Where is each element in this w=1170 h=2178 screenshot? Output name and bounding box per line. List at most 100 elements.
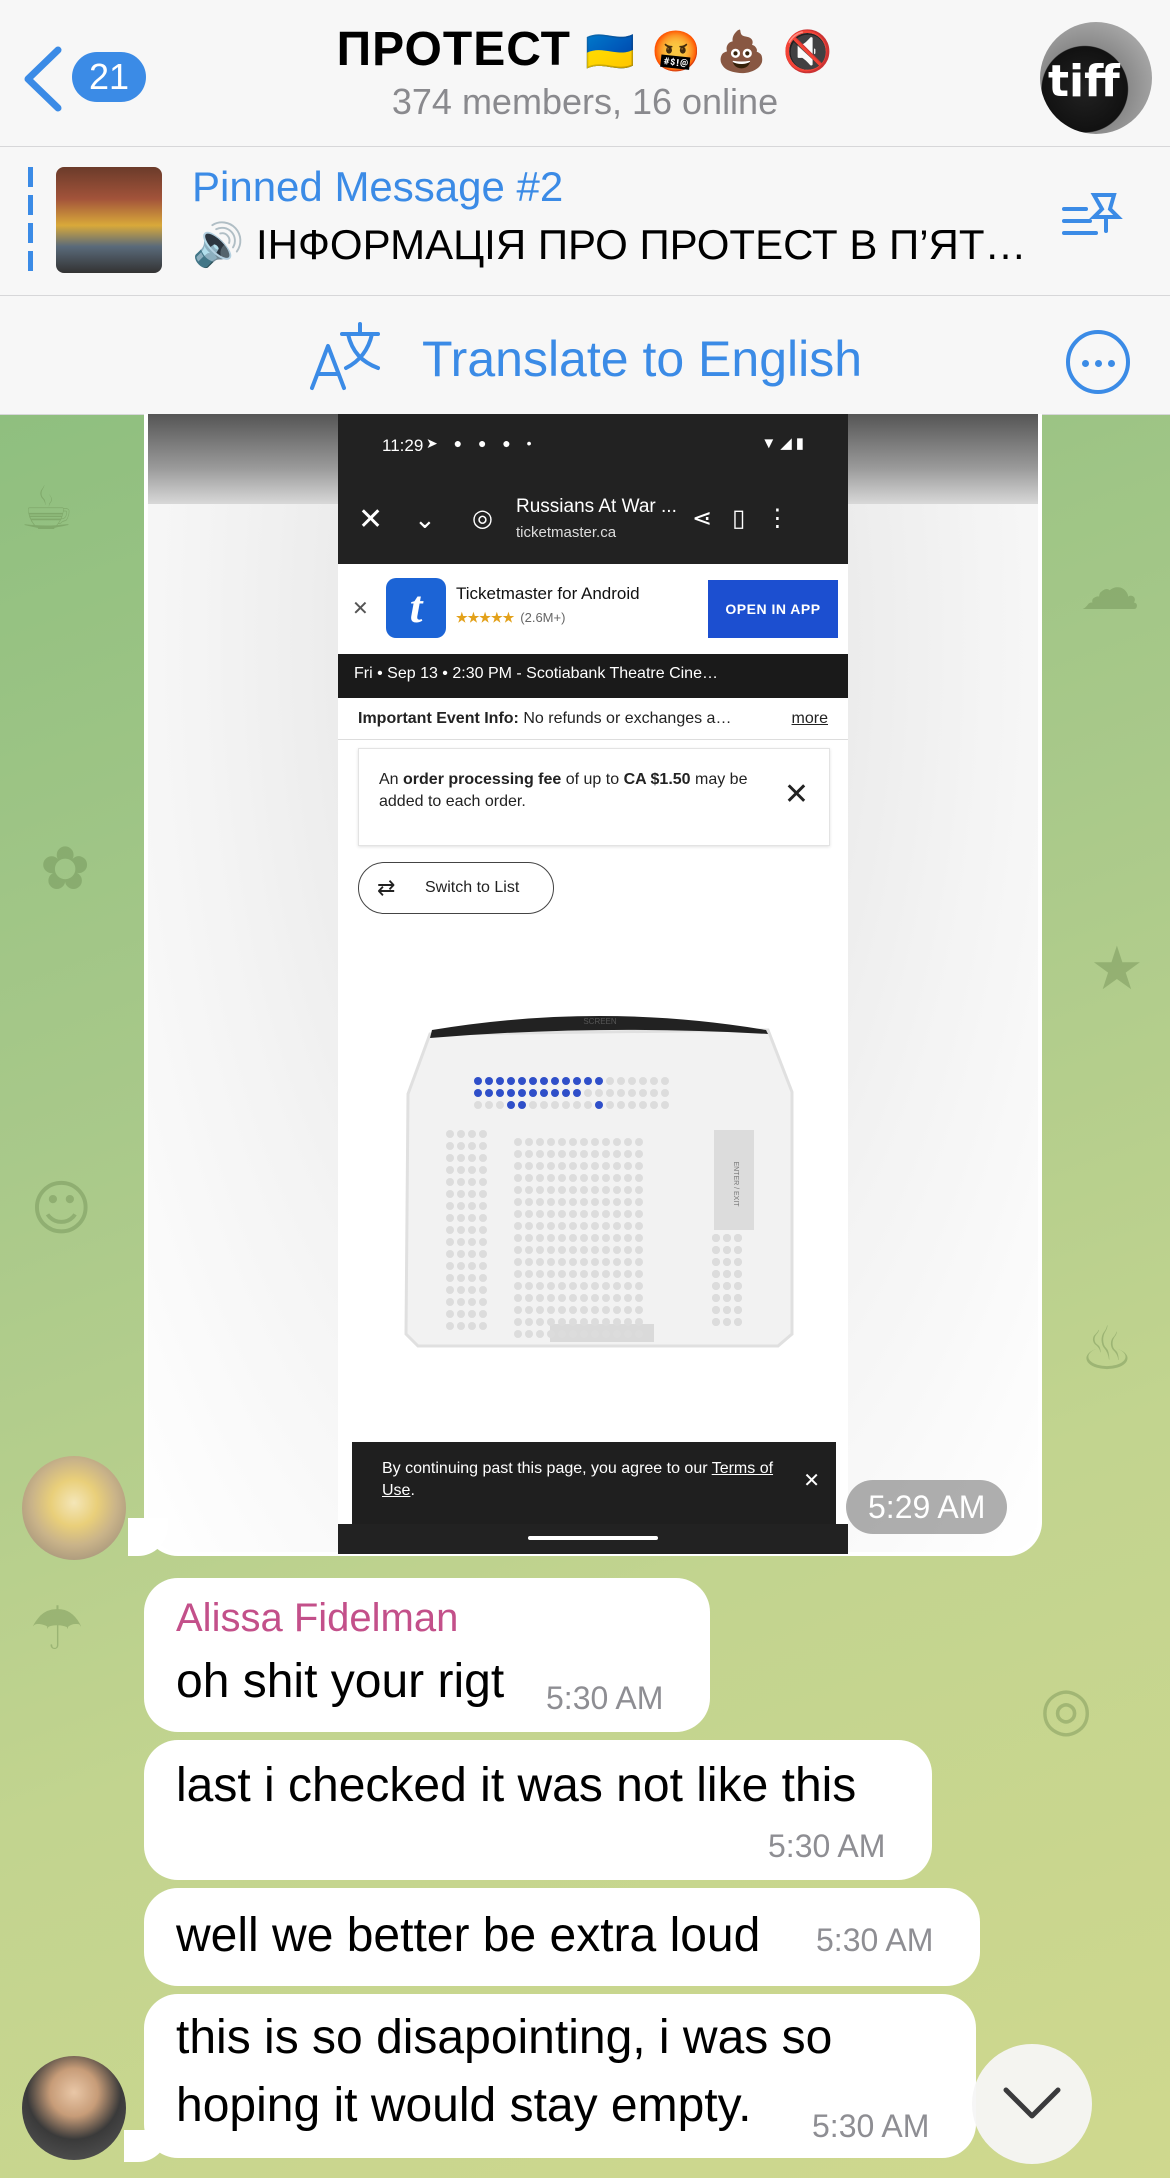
translate-icon [310,322,380,390]
seat [712,1246,720,1254]
seat [479,1190,487,1198]
seat [580,1150,588,1158]
status-time: 11:29 [382,436,424,455]
seat [536,1234,544,1242]
seat [536,1246,544,1254]
seat [613,1330,621,1338]
chat-title: ПРОТЕСТ 🇺🇦 🤬 💩 🔇 [300,22,870,77]
seat [529,1101,537,1109]
seat [479,1286,487,1294]
sender-avatar[interactable] [22,1456,126,1560]
seat [457,1154,465,1162]
seat [479,1130,487,1138]
seat [529,1089,537,1097]
seat [613,1174,621,1182]
seat [474,1101,482,1109]
doodle-icon: ☂ [30,1594,84,1664]
switch-to-list-label: Switch to List [425,879,520,896]
app-rating: ★★★★★ (2.6M+) [456,610,565,626]
seat [496,1089,504,1097]
seat [602,1234,610,1242]
seat [602,1330,610,1338]
seat [573,1077,581,1085]
seat [536,1306,544,1314]
message-time: 5:30 AM [768,1828,886,1864]
status-signal-icons: ▼◢▮ [761,435,808,452]
seat [613,1150,621,1158]
fee-text: of up to [561,771,624,788]
translate-button[interactable]: Translate to English [306,312,886,398]
seat [635,1198,643,1206]
message-bubble[interactable]: last i checked it was not like this 5:30… [144,1740,932,1880]
seat [547,1258,555,1266]
message-text: well we better be extra loud [176,1909,761,1962]
seat [734,1282,742,1290]
fee-notice: An order processing fee of up to CA $1.5… [358,748,830,846]
seat [525,1162,533,1170]
seat [479,1214,487,1222]
seat [446,1310,454,1318]
seat [468,1214,476,1222]
pinned-list-icon[interactable] [1060,191,1124,247]
seat [514,1210,522,1218]
seat [485,1077,493,1085]
seat [525,1282,533,1290]
seat [446,1250,454,1258]
seat [624,1150,632,1158]
ticketmaster-screenshot[interactable]: 11:29 ➤ ● ● ● • ▼◢▮ ✕ ⌄ ◎ Russians At Wa… [338,414,848,1554]
seat [479,1142,487,1150]
seat [591,1330,599,1338]
seat [712,1306,720,1314]
seat [613,1306,621,1314]
cookie-text: By continuing past this page, you agree … [382,1460,712,1477]
incognito-icon: ◎ [472,505,493,532]
seat [457,1202,465,1210]
message-bubble[interactable]: well we better be extra loud 5:30 AM [144,1888,980,1986]
seat [468,1262,476,1270]
seat [617,1101,625,1109]
more-options-button[interactable] [1066,330,1130,394]
app-name: Ticketmaster for Android [456,584,640,603]
seat [635,1270,643,1278]
seat [514,1174,522,1182]
seat [624,1306,632,1314]
image-timestamp: 5:29 AM [846,1480,1008,1534]
seat [457,1226,465,1234]
seat [591,1138,599,1146]
seat [457,1166,465,1174]
cookie-notice-text: By continuing past this page, you agree … [382,1458,782,1502]
message-bubble[interactable]: this is so disapointing, i was so hoping… [144,1994,976,2158]
seat [602,1222,610,1230]
seat [606,1089,614,1097]
chat-title-area[interactable]: ПРОТЕСТ 🇺🇦 🤬 💩 🔇 374 members, 16 online [300,22,870,123]
seat [457,1286,465,1294]
seat [602,1198,610,1206]
seat [507,1101,515,1109]
seat [525,1306,533,1314]
message-text: hoping it would stay empty. [176,2079,752,2132]
seat [595,1101,603,1109]
seat [525,1210,533,1218]
chat-title-text: ПРОТЕСТ [336,23,571,76]
seat [529,1077,537,1085]
seat [569,1138,577,1146]
scroll-down-button[interactable] [972,2044,1092,2164]
seat [562,1101,570,1109]
group-avatar[interactable]: tiff [1040,22,1152,134]
seat [602,1186,610,1194]
sender-name[interactable]: Alissa Fidelman [176,1596,458,1641]
seat [734,1306,742,1314]
exit-label: ENTER / EXIT [732,1161,739,1207]
seat [569,1294,577,1302]
seat [507,1077,515,1085]
back-button[interactable]: 21 [20,44,160,114]
seat [446,1298,454,1306]
sender-avatar[interactable] [22,2056,126,2160]
seat [446,1274,454,1282]
seat [624,1222,632,1230]
seat [602,1210,610,1218]
pinned-message-bar[interactable]: Pinned Message #2 🔊 ІНФОРМАЦІЯ ПРО ПРОТЕ… [0,146,1170,296]
message-bubble[interactable]: Alissa Fidelman oh shit your rigt 5:30 A… [144,1578,710,1732]
seat [479,1262,487,1270]
doodle-icon: ✿ [40,834,91,904]
